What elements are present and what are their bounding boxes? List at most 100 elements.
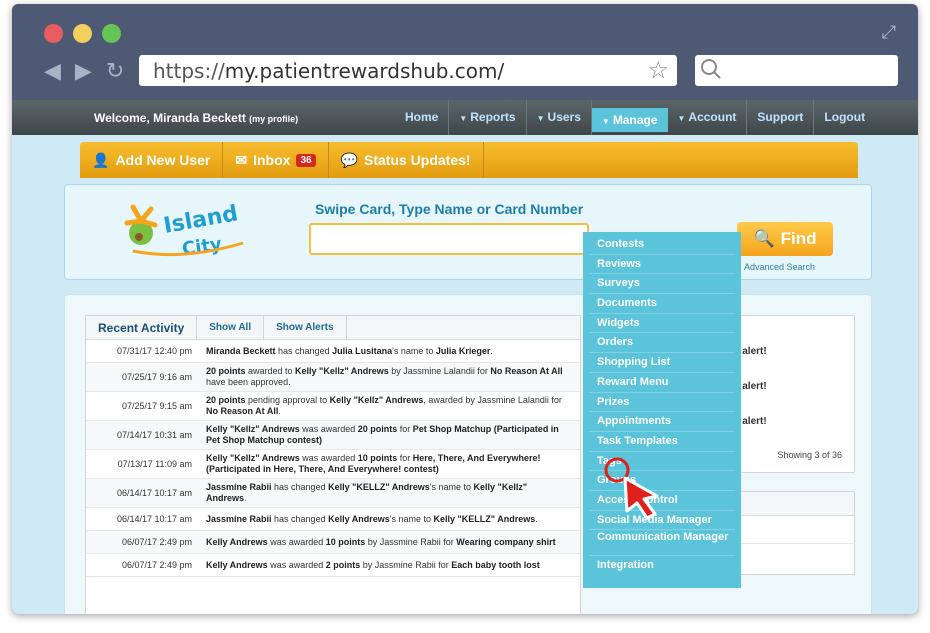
activity-text: Kelly Andrews was awarded 10 points by J… (206, 536, 556, 547)
activity-row: 06/14/17 10:17 am Jassmine Rabii has chan… (86, 479, 580, 508)
caret-down-icon: ▼ (536, 114, 545, 123)
activity-date: 07/25/17 9:15 am (121, 401, 192, 411)
back-icon[interactable]: ◀ (44, 58, 61, 84)
swipe-label: Swipe Card, Type Name or Card Number (315, 201, 584, 217)
status-updates-label: Status Updates! (364, 152, 471, 168)
profile-link[interactable]: (my profile) (249, 114, 298, 124)
expand-icon[interactable]: ⤢ (882, 22, 896, 43)
nav-manage-label: Manage (612, 113, 658, 127)
url-protocol: https:// (153, 59, 225, 83)
menu-item-reward-menu[interactable]: Reward Menu (589, 373, 735, 393)
page-viewport: Welcome, Miranda Beckett (my profile) Ho… (12, 100, 918, 614)
menu-item-reviews[interactable]: Reviews (589, 255, 735, 275)
menu-item-surveys[interactable]: Surveys (589, 274, 735, 295)
menu-item-shopping-list[interactable]: Shopping List (589, 353, 735, 373)
activity-date: 07/14/17 10:31 am (116, 430, 192, 440)
minimize-dot-icon[interactable] (73, 24, 92, 43)
island-city-logo: Island City (124, 201, 244, 260)
activity-list: 07/31/17 12:40 pm Miranda Beckett has cha… (86, 340, 580, 577)
dashboard-main: Recent Activity Show All Show Alerts 07/… (64, 294, 872, 614)
menu-item-contests[interactable]: Contests (589, 235, 735, 255)
activity-text: Kelly Andrews was awarded 2 points by Ja… (206, 559, 540, 570)
nav-users[interactable]: ▼ Users (527, 100, 592, 135)
url-domain: my.patientrewardshub.com/ (224, 59, 505, 83)
browser-window: ⤢ ◀ ▶ ↻ https://my.patientrewardshub.com… (12, 4, 918, 614)
browser-search-input[interactable] (695, 55, 898, 86)
welcome-text: Welcome, Miranda Beckett (my profile) (94, 111, 298, 125)
nav-reports-label: Reports (470, 110, 516, 124)
tab-recent-activity[interactable]: Recent Activity (86, 315, 198, 340)
advanced-search-link[interactable]: Advanced Search (744, 262, 815, 272)
user-add-icon: 👤 (92, 151, 110, 168)
nav-logout[interactable]: Logout (814, 100, 875, 135)
tab-show-alerts[interactable]: Show Alerts (264, 315, 347, 340)
activity-row: 07/25/17 9:15 am 20 points pending approv… (86, 392, 580, 421)
inbox-label: Inbox (253, 152, 291, 168)
maximize-dot-icon[interactable] (102, 24, 121, 43)
browser-nav: ◀ ▶ ↻ (44, 58, 124, 84)
menu-item-prizes[interactable]: Prizes (589, 393, 735, 413)
activity-row: 06/07/17 2:49 pm Kelly Andrews was awarde… (86, 531, 580, 554)
welcome-label: Welcome, Miranda Beckett (94, 111, 246, 125)
top-navigation: Welcome, Miranda Beckett (my profile) Ho… (12, 100, 918, 135)
add-user-label: Add New User (115, 152, 211, 168)
activity-date: 06/14/17 10:17 am (116, 514, 192, 524)
activity-text: 20 points pending approval to Kelly "Kel… (206, 395, 562, 416)
search-icon: 🔍 (753, 229, 775, 248)
activity-date: 06/14/17 10:17 am (116, 488, 192, 498)
search-header: Island City Swipe Card, Type Name or Car… (64, 184, 872, 280)
recent-activity-panel: Recent Activity Show All Show Alerts 07/… (85, 315, 581, 614)
close-dot-icon[interactable] (44, 24, 63, 43)
status-updates-button[interactable]: 💬 Status Updates! (329, 142, 484, 178)
alerts-count: Showing 3 of 36 (777, 450, 842, 460)
activity-tabs: Recent Activity Show All Show Alerts (86, 315, 580, 340)
activity-row: 07/31/17 12:40 pm Miranda Beckett has cha… (86, 340, 580, 363)
find-button[interactable]: 🔍 Find (737, 222, 833, 256)
activity-text: 20 points awarded to Kelly "Kellz" Andre… (206, 366, 563, 387)
activity-text: Miranda Beckett has changed Julia Lusita… (206, 345, 493, 356)
bookmark-star-icon[interactable]: ☆ (647, 56, 669, 84)
add-user-button[interactable]: 👤 Add New User (80, 142, 224, 178)
activity-row: 06/07/17 2:49 pm Kelly Andrews was awarde… (86, 554, 580, 577)
nav-manage[interactable]: ▼ Manage (591, 108, 668, 132)
nav-home[interactable]: Home (395, 100, 450, 135)
caret-down-icon: ▼ (601, 117, 610, 126)
menu-item-orders[interactable]: Orders (589, 333, 735, 354)
inbox-button[interactable]: ✉ Inbox 36 (223, 142, 329, 178)
menu-item-task-templates[interactable]: Task Templates (589, 432, 735, 452)
nav-account-label: Account (688, 110, 737, 124)
activity-row: 07/14/17 10:31 am Kelly "Kellz" Andrews w… (86, 421, 580, 450)
forward-icon[interactable]: ▶ (75, 58, 92, 84)
activity-text: Kelly "Kellz" Andrews was awarded 20 poi… (206, 424, 559, 445)
activity-date: 07/13/17 11:09 am (117, 459, 192, 469)
activity-row: 07/13/17 11:09 am Kelly "Kellz" Andrews w… (86, 450, 580, 479)
swipe-card-input[interactable] (309, 223, 589, 255)
nav-users-label: Users (547, 110, 581, 124)
menu-item-integration[interactable]: Integration (589, 556, 735, 576)
search-icon (701, 59, 721, 79)
menu-item-widgets[interactable]: Widgets (589, 314, 735, 334)
window-controls (44, 24, 121, 43)
envelope-icon: ✉ (235, 151, 248, 168)
activity-text: Jassmine Rabii has changed Kelly "KELLZ"… (206, 482, 528, 503)
action-tabbar: 👤 Add New User ✉ Inbox 36 💬 Status Updates! (80, 142, 858, 178)
nav-account[interactable]: ▼ Account (668, 100, 748, 135)
menu-item-communication-manager[interactable]: Communication Manager (589, 530, 735, 557)
caret-down-icon: ▼ (677, 114, 686, 123)
menu-item-appointments[interactable]: Appointments (589, 412, 735, 432)
activity-date: 06/07/17 2:49 pm (121, 537, 192, 547)
svg-text:Island: Island (162, 201, 240, 239)
activity-row: 06/14/17 10:17 am Jassmine Rabii has chan… (86, 508, 580, 531)
address-bar[interactable]: https://my.patientrewardshub.com/ ☆ (139, 55, 677, 86)
pointer-arrow-icon (604, 457, 659, 520)
activity-date: 06/07/17 2:49 pm (121, 560, 192, 570)
svg-text:City: City (181, 234, 224, 260)
manage-dropdown-menu: Contests Reviews Surveys Documents Widgets Or… (583, 232, 741, 588)
activity-date: 07/31/17 12:40 pm (116, 346, 192, 356)
tab-show-all[interactable]: Show All (197, 315, 265, 340)
nav-support[interactable]: Support (747, 100, 815, 135)
activity-text: Kelly "Kellz" Andrews was awarded 10 poi… (206, 453, 541, 474)
menu-item-documents[interactable]: Documents (589, 294, 735, 314)
reload-icon[interactable]: ↻ (106, 58, 124, 84)
nav-reports[interactable]: ▼ Reports (449, 100, 527, 135)
